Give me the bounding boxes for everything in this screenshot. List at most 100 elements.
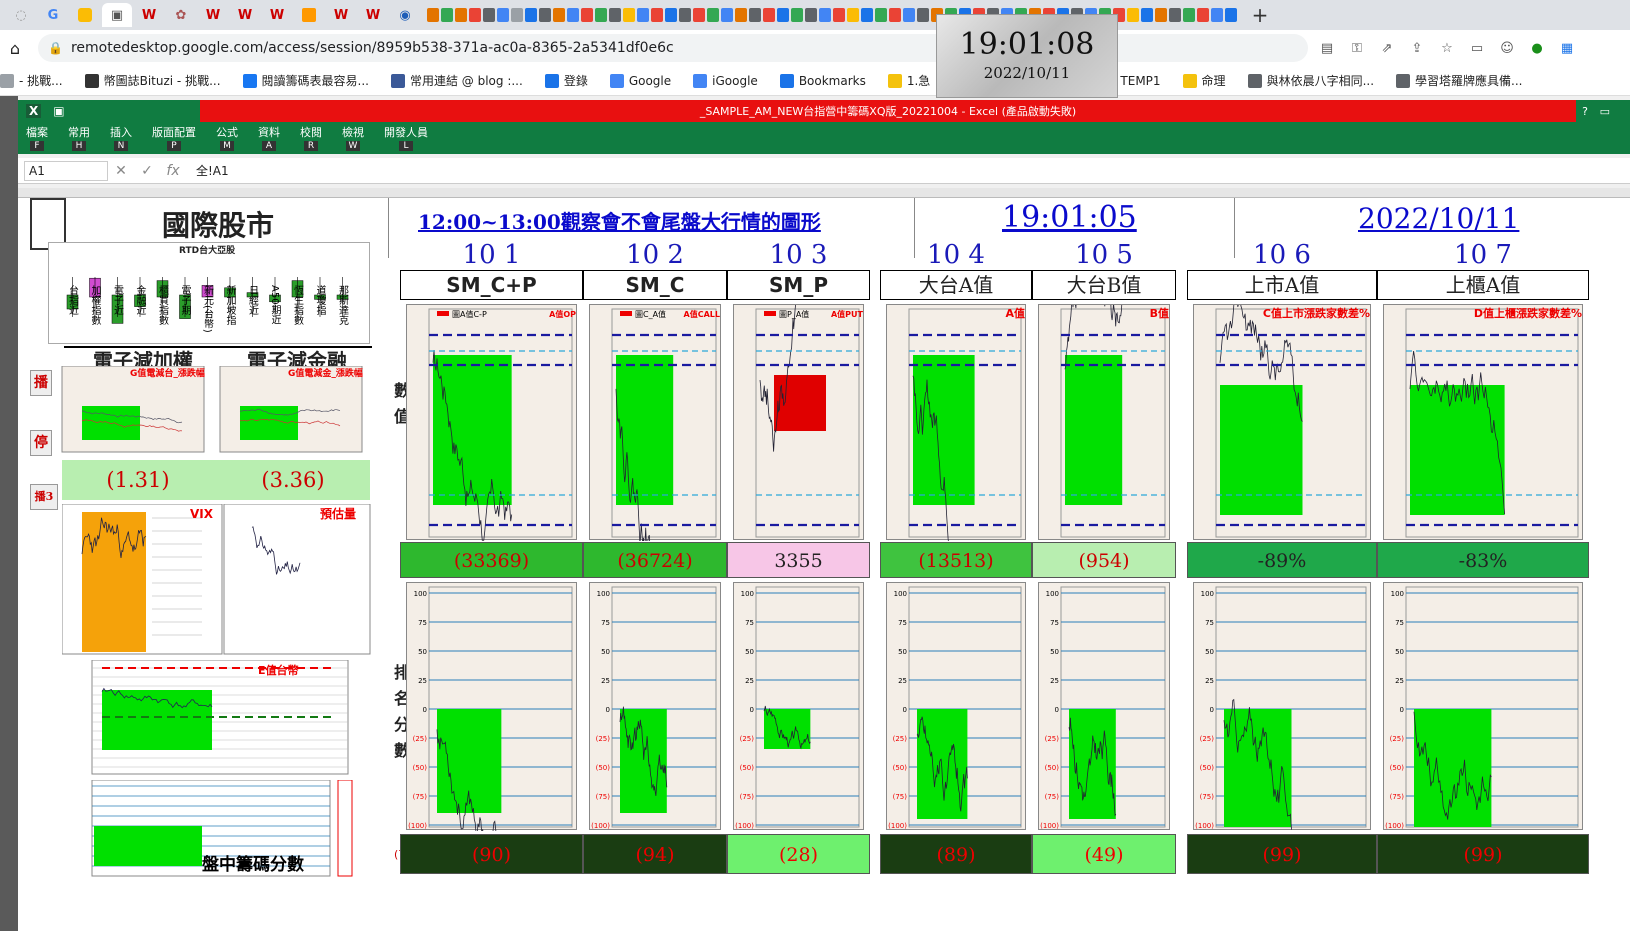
cancel-icon[interactable]: ✕ xyxy=(108,163,134,179)
pinned-tab[interactable] xyxy=(497,8,509,22)
bookmark-item[interactable]: iGoogle xyxy=(693,73,758,88)
tab-icon-yellow[interactable] xyxy=(70,3,100,27)
pinned-tab[interactable] xyxy=(441,8,453,22)
tab-icon-w3[interactable]: W xyxy=(230,3,260,27)
pinned-tab[interactable] xyxy=(777,8,789,22)
side-button-play[interactable]: 播 xyxy=(30,370,52,396)
tab-icon-w2[interactable]: W xyxy=(198,3,228,27)
bookmark-item[interactable]: 命理 xyxy=(1182,72,1226,89)
pinned-tab[interactable] xyxy=(875,8,887,22)
pinned-tab[interactable] xyxy=(679,8,691,22)
share-icon[interactable]: ⇪ xyxy=(1406,41,1428,56)
key-icon[interactable]: ⚿ xyxy=(1346,41,1368,56)
bookmark-item[interactable]: 幣圖誌Bituzi - 挑戰... xyxy=(84,72,221,89)
tab-icon-google[interactable]: G xyxy=(38,3,68,27)
pinned-tab[interactable] xyxy=(651,8,663,22)
ribbon-display-icon[interactable]: ▭ xyxy=(1600,105,1610,118)
tab-icon-b[interactable] xyxy=(294,3,324,27)
pinned-tab[interactable] xyxy=(1141,8,1153,22)
pinned-tab[interactable] xyxy=(721,8,733,22)
pinned-tab[interactable] xyxy=(595,8,607,22)
star-icon[interactable]: ☆ xyxy=(1436,41,1458,56)
pinned-tab[interactable] xyxy=(581,8,593,22)
side-button-stop[interactable]: 停 xyxy=(30,430,52,456)
formula-input[interactable]: 全!A1 xyxy=(196,162,229,179)
pinned-tab[interactable] xyxy=(1183,8,1195,22)
bookmark-item[interactable]: Google xyxy=(609,73,671,88)
pinned-tab[interactable] xyxy=(483,8,495,22)
tab-icon-w4[interactable]: W xyxy=(262,3,292,27)
pinned-tab[interactable] xyxy=(1169,8,1181,22)
new-tab-button[interactable]: + xyxy=(1248,3,1272,27)
home-icon[interactable]: ⌂ xyxy=(4,39,26,58)
pinned-tab[interactable] xyxy=(525,8,537,22)
pinned-tab[interactable] xyxy=(1197,8,1209,22)
bookmark-item[interactable]: 常用連結 @ blog :... xyxy=(390,72,523,89)
pinned-tab[interactable] xyxy=(819,8,831,22)
name-box[interactable]: A1 xyxy=(24,160,108,181)
bookmark-item[interactable]: 與林依晨八字相同... xyxy=(1247,72,1374,89)
function-icon[interactable]: fx xyxy=(160,163,186,179)
pinned-tab[interactable] xyxy=(805,8,817,22)
tab-icon-w6[interactable]: W xyxy=(358,3,388,27)
extension-icon[interactable]: ● xyxy=(1526,41,1548,56)
help-icon[interactable]: ? xyxy=(1582,105,1588,118)
pinned-tab[interactable] xyxy=(917,8,929,22)
pinned-tab[interactable] xyxy=(763,8,775,22)
pinned-tab[interactable] xyxy=(665,8,677,22)
ribbon-tab[interactable]: 公式 M xyxy=(216,122,238,151)
pinned-tab[interactable] xyxy=(609,8,621,22)
ribbon-tab[interactable]: 檔案 F xyxy=(26,122,48,151)
pinned-tab[interactable] xyxy=(903,8,915,22)
bookmark-item[interactable]: 1.急 xyxy=(887,72,930,89)
tab-icon-blue[interactable]: ◉ xyxy=(390,3,420,27)
side-button-play3[interactable]: 播3 xyxy=(30,484,58,510)
ribbon-tab[interactable]: 開發人員 L xyxy=(384,122,428,151)
pinned-tab[interactable] xyxy=(833,8,845,22)
smart-icon[interactable]: ▦ xyxy=(1556,41,1578,56)
tab-icon-w5[interactable]: W xyxy=(326,3,356,27)
pinned-tab[interactable] xyxy=(637,8,649,22)
ribbon-tab[interactable]: 校閱 R xyxy=(300,122,322,151)
save-icon[interactable]: ▣ xyxy=(53,104,64,118)
pinned-tab[interactable] xyxy=(735,8,747,22)
open-external-icon[interactable]: ⇗ xyxy=(1376,41,1398,56)
pinned-tab[interactable] xyxy=(1225,8,1237,22)
worksheet-area[interactable]: 國際股市 RTD台大亞股 台指近 加權指數 電子近 金融近 櫃買指數 電子期 新元(台幣) 新… xyxy=(18,198,1630,931)
bookmark-item[interactable]: 學習塔羅牌應具備... xyxy=(1396,72,1522,89)
bookmark-item[interactable]: Bookmarks xyxy=(779,73,866,88)
pinned-tab[interactable] xyxy=(469,8,481,22)
ribbon-tab[interactable]: 資料 A xyxy=(258,122,280,151)
bookmark-item[interactable]: 閱讀籌碼表最容易... xyxy=(242,72,369,89)
pinned-tab[interactable] xyxy=(791,8,803,22)
pinned-tab[interactable] xyxy=(511,8,523,22)
pinned-tab[interactable] xyxy=(889,8,901,22)
bookmark-item[interactable]: 登錄 xyxy=(544,72,588,89)
enter-icon[interactable]: ✓ xyxy=(134,163,160,179)
pinned-tab[interactable] xyxy=(539,8,551,22)
ribbon-tab[interactable]: 檢視 W xyxy=(342,122,364,151)
ribbon-tab[interactable]: 版面配置 P xyxy=(152,122,196,151)
pinned-tab[interactable] xyxy=(861,8,873,22)
tab-icon-w1[interactable]: W xyxy=(134,3,164,27)
screen-icon[interactable]: ▭ xyxy=(1466,41,1488,56)
pinned-tab[interactable] xyxy=(707,8,719,22)
pinned-tab[interactable] xyxy=(693,8,705,22)
pinned-tab[interactable] xyxy=(455,8,467,22)
tab-icon-g[interactable]: ◌ xyxy=(6,3,36,27)
clipboard-icon[interactable]: ▤ xyxy=(1316,41,1338,56)
pinned-tab[interactable] xyxy=(567,8,579,22)
ribbon-tab[interactable]: 插入 N xyxy=(110,122,132,151)
chat-icon[interactable]: ☺ xyxy=(1496,41,1518,56)
pinned-tab[interactable] xyxy=(553,8,565,22)
pinned-tab[interactable] xyxy=(749,8,761,22)
pinned-tab[interactable] xyxy=(427,8,439,22)
pinned-tab[interactable] xyxy=(847,8,859,22)
tab-icon-circle[interactable]: ✿ xyxy=(166,3,196,27)
bookmark-item[interactable]: - 挑戰... xyxy=(0,72,63,89)
pinned-tab[interactable] xyxy=(1155,8,1167,22)
tab-remote-desktop[interactable]: ▣ xyxy=(102,3,132,27)
pinned-tab[interactable] xyxy=(1211,8,1223,22)
pinned-tab[interactable] xyxy=(1127,8,1139,22)
ribbon-tab[interactable]: 常用 H xyxy=(68,122,90,151)
